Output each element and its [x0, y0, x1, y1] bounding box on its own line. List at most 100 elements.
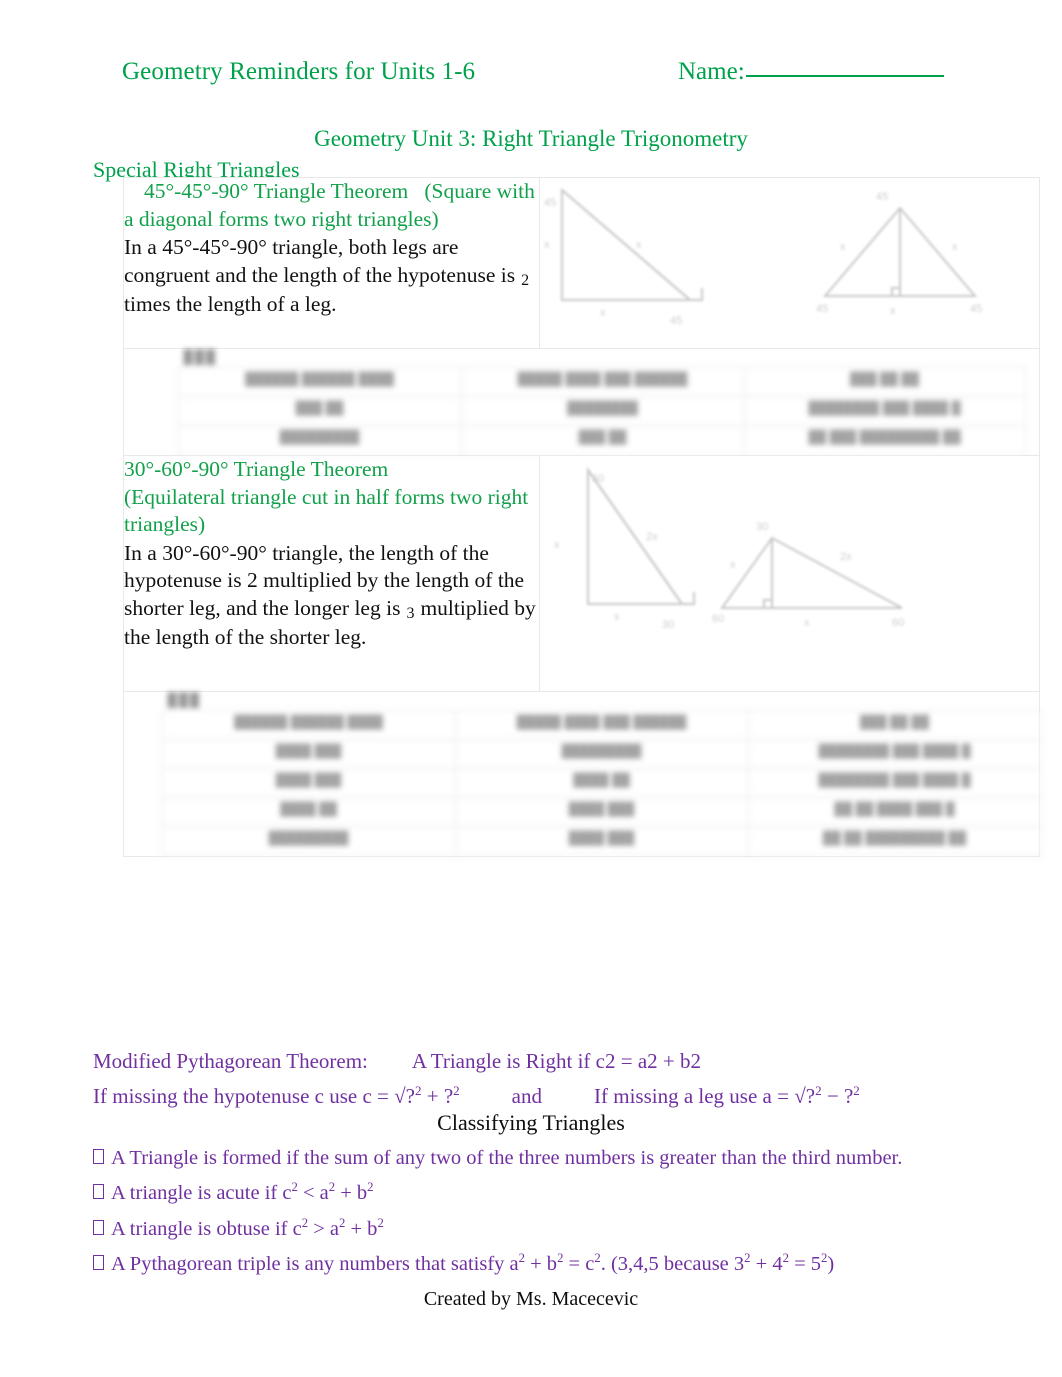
- footer-credit: Created by Ms. Macecevic: [423, 1288, 639, 1310]
- page-title: Geometry Reminders for Units 1-6: [122, 58, 476, 85]
- classifying-triangles-bullet-list: A Triangle is formed if the sum of any t…: [93, 1141, 1053, 1282]
- bullet-text: A triangle is obtuse if c: [111, 1217, 302, 1240]
- table-cell: ████ ██: [454, 768, 749, 798]
- svg-text:30: 30: [756, 521, 768, 533]
- table-row: ██████ ██████ ████ █████ ████ ███ ██████…: [161, 710, 1042, 740]
- svg-text:x: x: [730, 559, 736, 571]
- bullet-text: = 5: [788, 1252, 821, 1275]
- bullet-box-icon: [93, 1219, 104, 1235]
- table-cell: ██████ ██████ ████: [177, 367, 462, 397]
- blurred-reference-table-2: ███ ██████ ██████ ████ █████ ████ ███ ██…: [161, 692, 1042, 856]
- table-cell: ██ ██ █████████ ██: [747, 826, 1042, 856]
- classifying-triangles-heading: Classifying Triangles: [437, 1110, 625, 1135]
- svg-text:60: 60: [712, 613, 724, 625]
- bullet-box-icon: [93, 1184, 104, 1200]
- bullet-item: A triangle is obtuse if c2 > a2 + b2: [93, 1212, 1053, 1247]
- triangle-diagram-30-icon: 60 x x 2x 30 30 x 2x x 60 60: [540, 456, 1039, 691]
- diagram-cell-45-45-90: 45 x x x 45 45 x x x 45 45: [539, 177, 1040, 349]
- bullet-text: < a: [297, 1182, 329, 1205]
- leg-formula-text: If missing a leg use a = √?: [594, 1083, 816, 1108]
- reference-table-cell-2: ███ ██████ ██████ ████ █████ ████ ███ ██…: [123, 691, 1042, 857]
- pythagorean-statement: A Triangle is Right if c2 = a2 + b2: [411, 1049, 701, 1073]
- bullet-text: + b: [345, 1217, 378, 1240]
- leg-q2: ?: [843, 1083, 854, 1108]
- table-cell: ████ ███: [161, 739, 456, 769]
- table-row: ███ ██████ ██████ ████ █████ ████ ███ ██…: [123, 691, 1042, 857]
- pythagorean-line-2: If missing the hypotenuse c use c = √?2 …: [93, 1079, 1043, 1114]
- table-cell: ███ ██: [177, 396, 462, 426]
- theorem-body-part1: In a 45°-45°-90° triangle, both legs are…: [124, 235, 516, 287]
- table-row: ███ ██████ ██████ ████ █████ ████ ███ ██…: [123, 348, 1040, 456]
- bullet-box-icon: [93, 1254, 104, 1270]
- theorem-heading-45: 45°-45°-90° Triangle Theorem (Square wit…: [124, 178, 539, 233]
- svg-text:45: 45: [816, 303, 828, 315]
- bullet-text: + 4: [750, 1252, 783, 1275]
- svg-text:x: x: [600, 307, 606, 319]
- bullet-text: + b: [335, 1182, 368, 1205]
- svg-text:x: x: [890, 305, 896, 317]
- svg-text:x: x: [804, 617, 810, 629]
- hypotenuse-operator: +: [426, 1083, 439, 1108]
- svg-text:x: x: [544, 239, 550, 251]
- reference-table-cell-1: ███ ██████ ██████ ████ █████ ████ ███ ██…: [123, 348, 1040, 456]
- table-cell: ██████ ██████ ████: [161, 710, 456, 740]
- document-page: Geometry Reminders for Units 1-6 Name: G…: [0, 0, 1062, 1377]
- name-input-rule[interactable]: [745, 75, 944, 77]
- table-cell: ████ ███: [454, 826, 749, 856]
- table-cell: ████ ███: [454, 797, 749, 827]
- diagram-cell-30-60-90: 60 x x 2x 30 30 x 2x x 60 60: [539, 455, 1040, 692]
- leg-sup-2: 2: [853, 1082, 860, 1098]
- theorem-body-45: In a 45°-45°-90° triangle, both legs are…: [124, 234, 539, 319]
- unit-title: Geometry Unit 3: Right Triangle Trigonom…: [314, 126, 748, 151]
- table-cell: ████████ ███ ████ █: [747, 768, 1042, 798]
- bullet-item: A Triangle is formed if the sum of any t…: [93, 1141, 1053, 1176]
- table-cell: ███ ██ ██: [743, 367, 1026, 397]
- bullet-text: > a: [308, 1217, 340, 1240]
- bullet-item: A Pythagorean triple is any numbers that…: [93, 1247, 1053, 1282]
- table-cell: ██ ███ █████████ ██: [743, 425, 1026, 455]
- svg-text:x: x: [554, 539, 560, 551]
- bullet-superscript: 2: [367, 1180, 374, 1195]
- theorem-heading-30: 30°-60°-90° Triangle Theorem (Equilatera…: [124, 456, 539, 539]
- svg-text:60: 60: [892, 617, 904, 629]
- pythagorean-label: Modified Pythagorean Theorem:: [93, 1049, 368, 1073]
- document-header: Geometry Reminders for Units 1-6 Name:: [0, 58, 1062, 92]
- pythagorean-line-1: Modified Pythagorean Theorem: A Triangle …: [93, 1044, 1043, 1079]
- table-cell: ██ ██ ████ ███ █: [747, 797, 1042, 827]
- bullet-text: + b: [525, 1252, 558, 1275]
- theorem-heading-text: 45°-45°-90° Triangle Theorem: [144, 179, 409, 203]
- radicand-2: 2: [521, 271, 530, 289]
- svg-text:x: x: [840, 241, 846, 253]
- theorem-body-part2: times the length of a leg.: [124, 292, 337, 317]
- radicand-3: 3: [406, 604, 415, 622]
- theorem-heading-text: 30°-60°-90° Triangle Theorem: [124, 457, 389, 481]
- bullet-superscript: 2: [377, 1215, 384, 1230]
- table-cell: █████ ████ ███ ██████: [460, 367, 745, 397]
- table-row: ██████ ██████ ████ █████ ████ ███ ██████…: [177, 367, 1026, 397]
- blurred-reference-table-1: ███ ██████ ██████ ████ █████ ████ ███ ██…: [177, 349, 1026, 455]
- table-row: 30°-60°-90° Triangle Theorem (Equilatera…: [123, 455, 1040, 692]
- bullet-text: . (3,4,5 because 3: [600, 1252, 745, 1275]
- bullet-text: ): [827, 1252, 835, 1275]
- table-cell: █████████: [161, 826, 456, 856]
- svg-text:60: 60: [592, 473, 604, 485]
- svg-text:45: 45: [970, 303, 982, 315]
- blurred-table-2: ██████ ██████ ████ █████ ████ ███ ██████…: [161, 710, 1042, 856]
- table-row: █████████ ████ ███ ██ ██ █████████ ██: [161, 826, 1042, 856]
- leg-operator: −: [826, 1083, 839, 1108]
- svg-text:2x: 2x: [646, 531, 658, 543]
- table-cell: ████ ███: [161, 768, 456, 798]
- table-cell: ████████ ███ ████ █: [743, 396, 1026, 426]
- name-label: Name:: [678, 58, 745, 85]
- and-connector: and: [511, 1083, 542, 1108]
- hypotenuse-sup-2: 2: [453, 1082, 460, 1098]
- table-cell: ████████ ███ ████ █: [747, 739, 1042, 769]
- table-row: ████ ██ ████ ███ ██ ██ ████ ███ █: [161, 797, 1042, 827]
- table-cell: ████████: [460, 396, 745, 426]
- table-cell: █████ ████ ███ ██████: [454, 710, 749, 740]
- svg-text:30: 30: [662, 619, 674, 631]
- name-field-block: Name:: [678, 58, 944, 86]
- blurred-table-caption-1: ███: [183, 349, 218, 364]
- theorem-cell-30-60-90: 30°-60°-90° Triangle Theorem (Equilatera…: [123, 455, 540, 692]
- svg-text:x: x: [614, 611, 620, 623]
